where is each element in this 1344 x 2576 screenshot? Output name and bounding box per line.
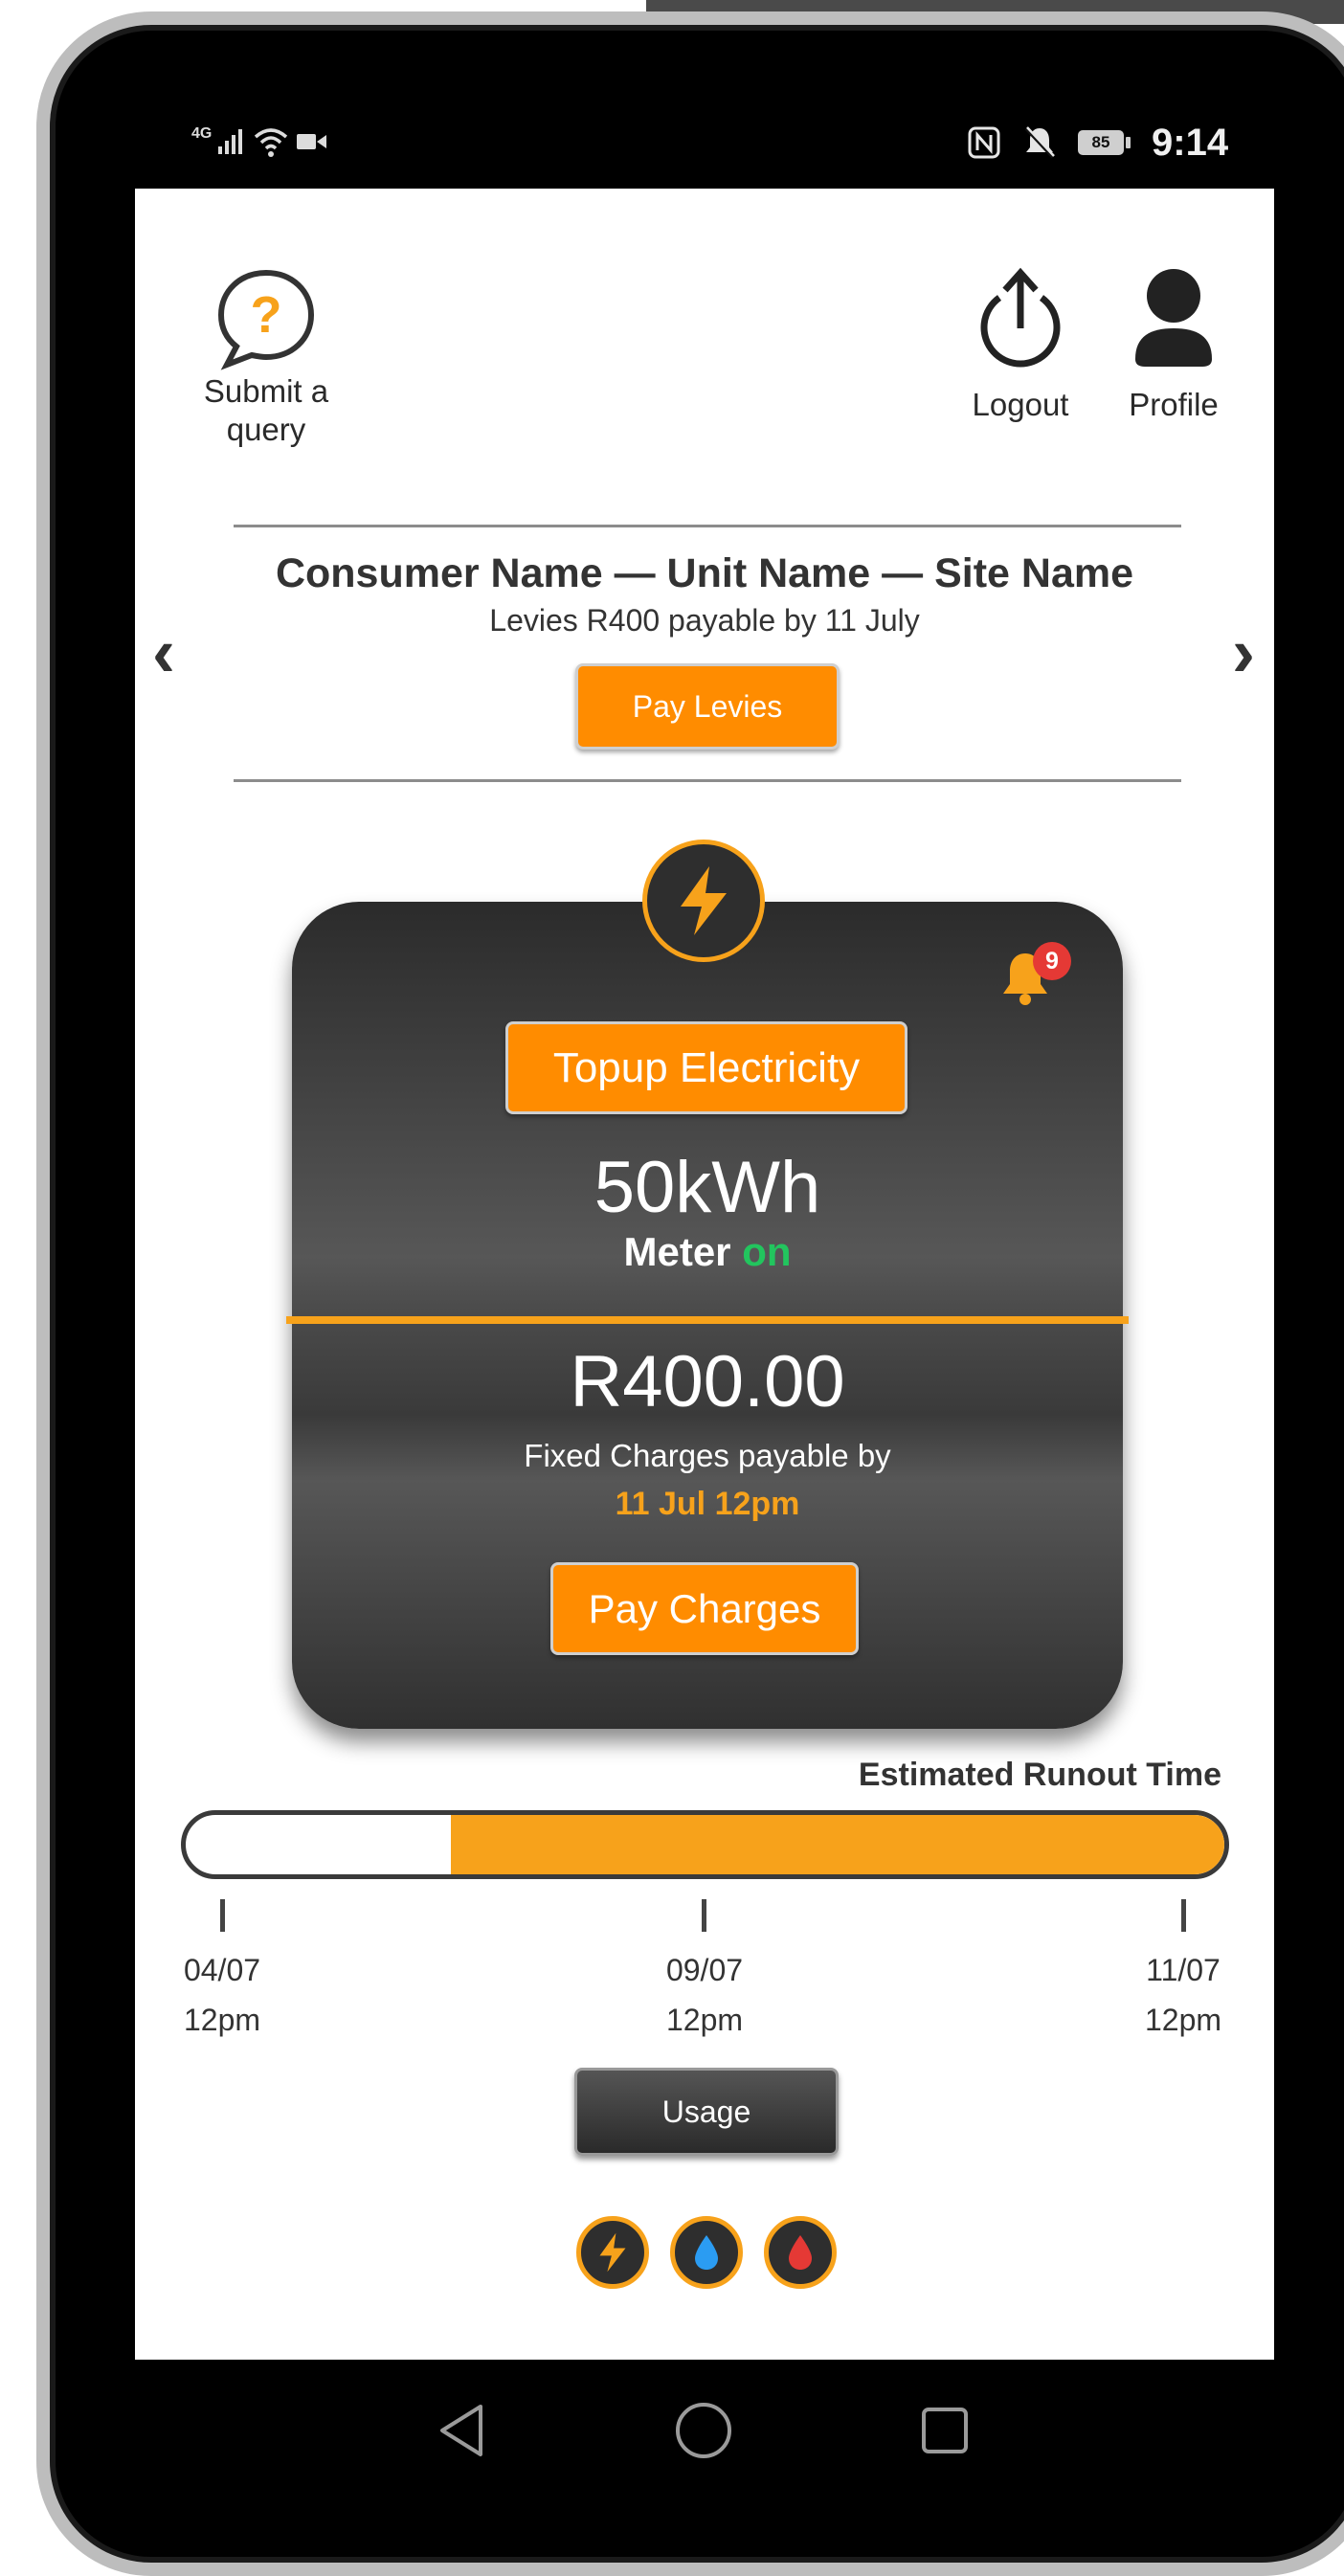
logout-label: Logout (972, 387, 1069, 422)
electricity-badge (642, 840, 765, 962)
tick-middle (702, 1899, 706, 1932)
wifi-icon (255, 128, 288, 157)
fixed-charges-text: Fixed Charges payable by (524, 1438, 891, 1473)
tick-date: 11/07 (1146, 1953, 1221, 1987)
divider-top (234, 525, 1181, 527)
card-divider (286, 1316, 1129, 1324)
submit-query-label: Submit a query (203, 373, 329, 447)
battery-level: 85 (1078, 130, 1124, 155)
topup-electricity-button[interactable]: Topup Electricity (505, 1021, 907, 1114)
pay-levies-button[interactable]: Pay Levies (575, 663, 840, 750)
electricity-icon (599, 2232, 626, 2273)
clock: 9:14 (1152, 121, 1229, 164)
runout-label: Estimated Runout Time (858, 1757, 1221, 1793)
profile-icon (1135, 269, 1212, 367)
tick-label-middle: 09/07 12pm (652, 1945, 757, 2045)
meter-label: Meter (623, 1229, 731, 1274)
charges-due-date: 11 Jul 12pm (615, 1486, 800, 1522)
tick-time: 12pm (183, 2003, 261, 2037)
charges-amount: R400.00 (570, 1341, 845, 1422)
submit-query-button[interactable]: ? Submit a query (185, 267, 347, 449)
tick-end (1181, 1899, 1186, 1932)
nfc-icon (968, 126, 1000, 159)
profile-label: Profile (1129, 387, 1219, 422)
account-title: Consumer Name — Unit Name — Site Name (275, 550, 1134, 596)
gas-icon (789, 2235, 812, 2270)
network-type: 4G (191, 125, 213, 142)
status-bar-left: 4G (191, 123, 328, 161)
lightning-icon (681, 866, 727, 935)
water-icon (695, 2235, 718, 2270)
electricity-card: 9 Topup Electricity 50kWh Meter on R400.… (292, 902, 1123, 1729)
tick-time: 12pm (1144, 2003, 1222, 2037)
tick-date: 04/07 (183, 1953, 261, 1987)
logout-button[interactable]: Logout (949, 265, 1092, 424)
logout-icon (980, 267, 1061, 368)
meter-state: on (742, 1229, 792, 1274)
divider-bottom (234, 779, 1181, 782)
mute-icon (1024, 126, 1055, 159)
usage-button[interactable]: Usage (574, 2068, 839, 2156)
pay-charges-button[interactable]: Pay Charges (550, 1562, 859, 1655)
back-icon[interactable] (437, 2403, 486, 2458)
meter-status: Meter on (292, 1229, 1123, 1275)
runout-progress-bar (181, 1810, 1229, 1879)
utility-water[interactable] (670, 2216, 743, 2289)
video-call-icon (297, 134, 327, 149)
levies-text: Levies R400 payable by 11 July (489, 603, 920, 638)
recents-icon[interactable] (920, 2406, 970, 2455)
tick-start (220, 1899, 225, 1932)
tick-date: 09/07 (665, 1953, 744, 1987)
home-icon[interactable] (674, 2401, 733, 2460)
tick-label-start: 04/07 12pm (169, 1945, 275, 2045)
notification-badge: 9 (1033, 942, 1071, 980)
app-screen: ? Submit a query Logout Profile ‹ › Cons… (135, 189, 1274, 2360)
status-bar-right: 85 9:14 (967, 120, 1228, 166)
profile-button[interactable]: Profile (1102, 265, 1245, 424)
battery-icon: 85 (1078, 130, 1131, 155)
signal-icon (218, 129, 243, 154)
kwh-value: 50kWh (594, 1147, 821, 1228)
android-nav-bar (135, 2360, 1274, 2503)
utility-electricity[interactable] (576, 2216, 649, 2289)
svg-text:?: ? (251, 286, 282, 344)
help-chat-icon: ? (217, 269, 315, 370)
runout-progress-fill (450, 1815, 1224, 1874)
tick-time: 12pm (665, 2003, 744, 2037)
tick-label-end: 11/07 12pm (1131, 1945, 1236, 2045)
notification-bell[interactable]: 9 (998, 942, 1085, 1009)
utility-gas[interactable] (764, 2216, 837, 2289)
